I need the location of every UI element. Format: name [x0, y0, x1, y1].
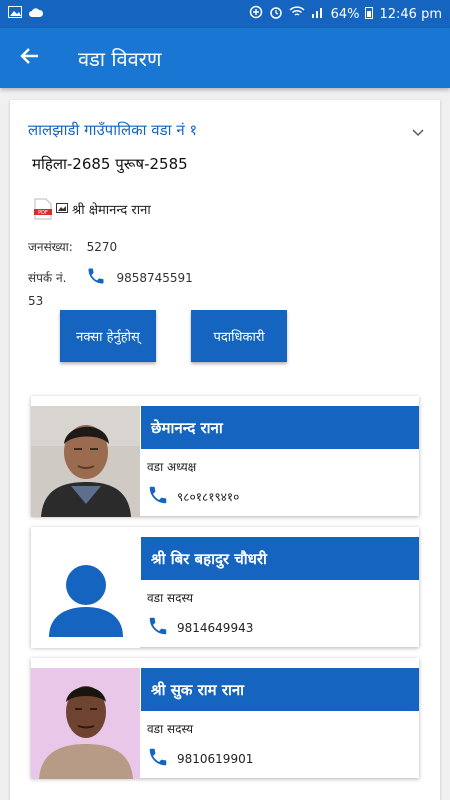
officials-button[interactable]: पदाधिकारी: [191, 310, 287, 362]
wifi-icon: [289, 6, 305, 22]
member-card[interactable]: श्री बिर बहादुर चौधरी वडा सदस्य 98146499…: [31, 527, 419, 648]
gallery-icon: [8, 6, 22, 22]
population-label: जनसंख्या:: [28, 240, 73, 254]
svg-text:PDF: PDF: [38, 210, 48, 216]
member-photo: [31, 668, 140, 779]
status-bar: 64% 12:46 pm: [0, 0, 450, 28]
member-card[interactable]: श्री सुक राम राना वडा सदस्य 9810619901: [31, 658, 419, 779]
contact-label: संपर्क नं.: [28, 271, 67, 285]
chair-pdf-row[interactable]: PDF श्री क्षेमानन्द राना: [34, 198, 151, 220]
member-card[interactable]: छेमानन्द राना वडा अध्यक्ष ९८०१८१९४१०: [31, 396, 419, 517]
back-arrow-icon: [20, 46, 40, 70]
battery-icon: [365, 6, 374, 23]
person-placeholder-icon: [31, 537, 140, 648]
cloud-icon: [28, 7, 44, 22]
view-map-button[interactable]: नक्सा हेर्नुहोस्: [60, 310, 156, 362]
image-icon: [56, 202, 68, 216]
member-name: श्री सुक राम राना: [141, 668, 419, 711]
member-phone[interactable]: ९८०१८१९४१०: [177, 488, 239, 505]
population-value: 5270: [86, 240, 118, 254]
population-row: जनसंख्या: 5270: [28, 238, 117, 255]
contact-value[interactable]: 9858745591: [116, 271, 192, 285]
member-phone[interactable]: 9810619901: [177, 752, 253, 766]
member-role: वडा सदस्य: [147, 722, 194, 736]
phone-icon[interactable]: [147, 615, 169, 640]
member-photo: [31, 406, 140, 517]
data-saver-icon: [249, 5, 263, 23]
chevron-down-icon[interactable]: [412, 122, 424, 141]
member-phone[interactable]: 9814649943: [177, 621, 253, 635]
phone-icon[interactable]: [147, 484, 169, 509]
member-role: वडा सदस्य: [147, 591, 194, 605]
signal-icon: [311, 6, 325, 22]
member-phone-row[interactable]: 9810619901: [147, 746, 253, 771]
phone-icon[interactable]: [86, 266, 106, 289]
member-phone-row[interactable]: ९८०१८१९४१०: [147, 484, 239, 509]
ward-heading[interactable]: लालझाडी गाउँपालिका वडा नं १: [28, 120, 197, 140]
phone-icon[interactable]: [147, 746, 169, 771]
member-name: छेमानन्द राना: [141, 406, 419, 449]
contact-extra: 53: [28, 294, 44, 308]
ward-card: लालझाडी गाउँपालिका वडा नं १ महिला-2685 प…: [10, 100, 440, 800]
chair-caption: श्री क्षेमानन्द राना: [72, 203, 151, 218]
member-phone-row[interactable]: 9814649943: [147, 615, 253, 640]
member-role: वडा अध्यक्ष: [147, 460, 197, 474]
battery-percent: 64%: [330, 6, 360, 22]
clock-time: 12:46 pm: [379, 6, 442, 22]
member-name: श्री बिर बहादुर चौधरी: [141, 537, 419, 580]
app-bar: वडा विवरण: [0, 28, 450, 88]
contact-row: संपर्क नं. 9858745591: [28, 266, 193, 289]
page-title: वडा विवरण: [78, 46, 162, 71]
gender-stats: महिला-2685 पुरूष-2585: [32, 155, 188, 173]
pdf-icon: PDF: [34, 198, 52, 220]
alarm-icon: [269, 5, 283, 23]
back-button[interactable]: [0, 28, 60, 88]
